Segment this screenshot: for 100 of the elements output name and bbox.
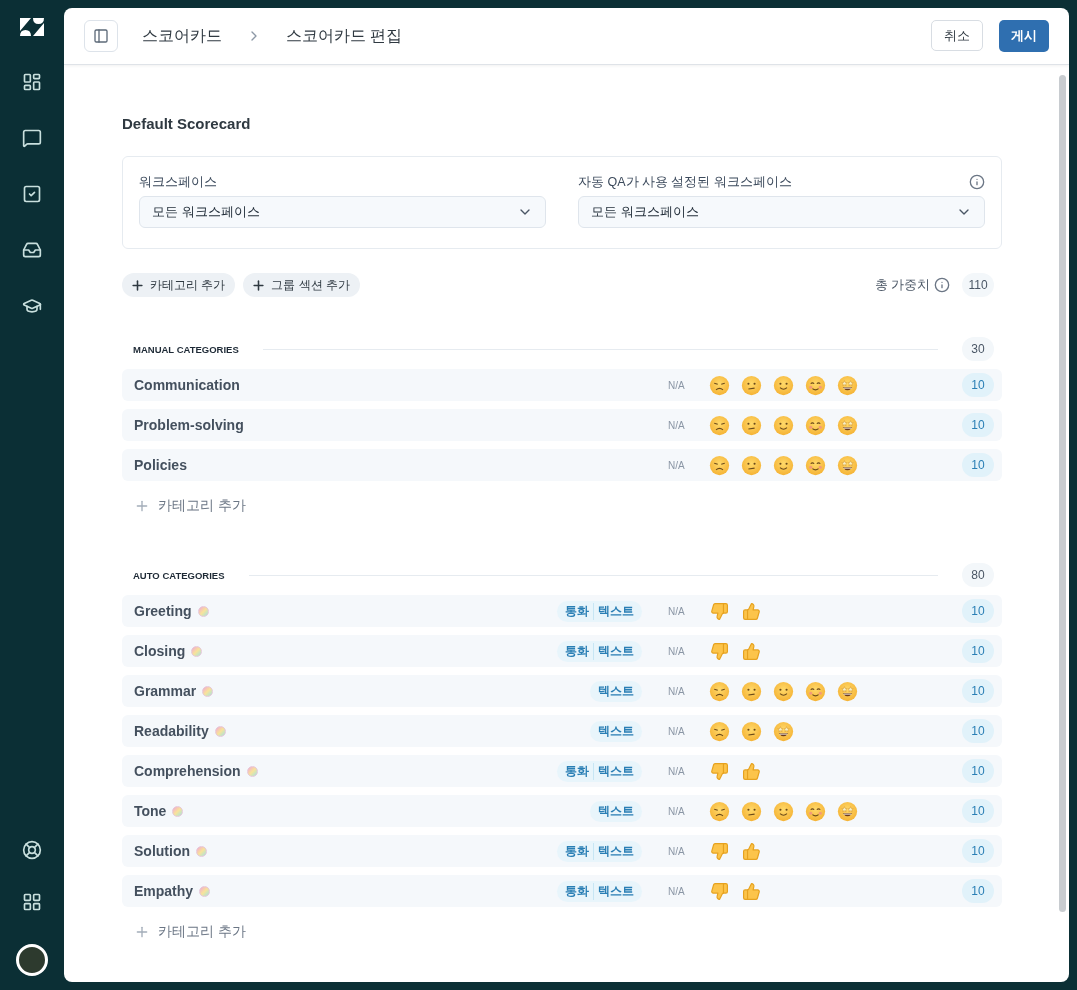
- sad-face-icon: [709, 720, 730, 742]
- category-row[interactable]: Communication N/A 10: [122, 369, 1002, 401]
- dashboard-icon[interactable]: [22, 72, 42, 92]
- chat-icon[interactable]: [22, 128, 42, 148]
- channel-tag: 텍스트: [598, 602, 634, 620]
- add-category-link[interactable]: 카테고리 추가: [134, 923, 246, 941]
- channel-tag: 통화: [565, 642, 589, 660]
- na-option: N/A: [668, 419, 698, 431]
- thumbs-down-icon: [709, 841, 730, 861]
- category-row[interactable]: Problem-solving N/A 10: [122, 409, 1002, 441]
- category-weight[interactable]: 10: [962, 759, 994, 783]
- cancel-button[interactable]: 취소: [931, 20, 983, 51]
- category-weight[interactable]: 10: [962, 799, 994, 823]
- na-option: N/A: [668, 845, 698, 857]
- category-weight[interactable]: 10: [962, 839, 994, 863]
- thumbs-up-icon: [741, 641, 762, 661]
- sad-face-icon: [709, 374, 730, 396]
- na-option: N/A: [668, 459, 698, 471]
- field-label: 워크스페이스: [139, 173, 217, 191]
- star-eyed-face-icon: [837, 680, 858, 702]
- sad-face-icon: [709, 454, 730, 476]
- blushing-face-icon: [805, 374, 826, 396]
- channel-tag: 텍스트: [598, 722, 634, 740]
- channel-tag: 텍스트: [598, 762, 634, 780]
- channel-tag: 텍스트: [598, 642, 634, 660]
- category-name: Greeting: [134, 603, 192, 619]
- category-row[interactable]: Comprehension 통화 텍스트 N/A 10: [122, 755, 1002, 787]
- grid-icon[interactable]: [22, 892, 42, 912]
- category-row[interactable]: Empathy 통화 텍스트 N/A 10: [122, 875, 1002, 907]
- category-weight[interactable]: 10: [962, 413, 994, 437]
- neutral-face-icon: [741, 454, 762, 476]
- blushing-face-icon: [805, 800, 826, 822]
- category-name: Solution: [134, 843, 190, 859]
- graduation-cap-icon[interactable]: [22, 296, 42, 316]
- category-name: Policies: [134, 457, 187, 473]
- plus-icon: [134, 924, 150, 940]
- inbox-icon[interactable]: [22, 240, 42, 260]
- blushing-face-icon: [805, 454, 826, 476]
- channel-tag: 텍스트: [598, 682, 634, 700]
- neutral-face-icon: [741, 800, 762, 822]
- category-row[interactable]: Solution 통화 텍스트 N/A 10: [122, 835, 1002, 867]
- star-eyed-face-icon: [837, 800, 858, 822]
- breadcrumb-item[interactable]: 스코어카드: [142, 25, 222, 47]
- category-row[interactable]: Readability 텍스트 N/A 10: [122, 715, 1002, 747]
- checkbox-icon[interactable]: [22, 184, 42, 204]
- info-icon[interactable]: [934, 277, 950, 293]
- total-weight-value: 110: [962, 273, 994, 297]
- category-row[interactable]: Policies N/A 10: [122, 449, 1002, 481]
- category-weight[interactable]: 10: [962, 639, 994, 663]
- star-eyed-face-icon: [837, 414, 858, 436]
- category-row[interactable]: Grammar 텍스트 N/A 10: [122, 675, 1002, 707]
- workspace-select[interactable]: 모든 워크스페이스: [578, 196, 985, 228]
- thumbs-up-icon: [741, 881, 762, 901]
- thumbs-up-icon: [741, 841, 762, 861]
- channel-tag: 통화: [565, 882, 589, 900]
- sad-face-icon: [709, 680, 730, 702]
- category-name: Problem-solving: [134, 417, 244, 433]
- section-weight: 80: [962, 563, 994, 587]
- category-weight[interactable]: 10: [962, 679, 994, 703]
- add-action-button[interactable]: 카테고리 추가: [122, 273, 236, 297]
- thumbs-down-icon: [709, 881, 730, 901]
- smiling-face-icon: [773, 374, 794, 396]
- category-row[interactable]: Tone 텍스트 N/A 10: [122, 795, 1002, 827]
- section-title: AUTO CATEGORIES: [133, 569, 225, 581]
- star-eyed-face-icon: [773, 720, 794, 742]
- category-weight[interactable]: 10: [962, 879, 994, 903]
- channel-tag: 텍스트: [598, 842, 634, 860]
- sidebar-toggle-button[interactable]: [84, 20, 118, 52]
- section-title: MANUAL CATEGORIES: [133, 343, 239, 355]
- na-option: N/A: [668, 685, 698, 697]
- category-name: Tone: [134, 803, 167, 819]
- blushing-face-icon: [805, 414, 826, 436]
- add-category-link[interactable]: 카테고리 추가: [134, 497, 246, 515]
- plus-icon: [130, 277, 145, 293]
- na-option: N/A: [668, 805, 698, 817]
- smiling-face-icon: [773, 454, 794, 476]
- total-weight-label: 총 가중치: [874, 276, 930, 294]
- category-weight[interactable]: 10: [962, 373, 994, 397]
- na-option: N/A: [668, 765, 698, 777]
- category-row[interactable]: Greeting 통화 텍스트 N/A 10: [122, 595, 1002, 627]
- category-name: Communication: [134, 377, 240, 393]
- star-eyed-face-icon: [837, 374, 858, 396]
- add-action-button[interactable]: 그룹 섹션 추가: [243, 273, 360, 297]
- lifebuoy-icon[interactable]: [22, 840, 42, 860]
- avatar[interactable]: [16, 944, 48, 976]
- scrollbar[interactable]: [1059, 75, 1066, 912]
- plus-icon: [251, 277, 267, 293]
- publish-button[interactable]: 게시: [999, 20, 1049, 52]
- info-icon[interactable]: [969, 174, 985, 190]
- category-row[interactable]: Closing 통화 텍스트 N/A 10: [122, 635, 1002, 667]
- channel-tag: 텍스트: [598, 802, 634, 820]
- field-label: 자동 QA가 사용 설정된 워크스페이스: [578, 173, 792, 191]
- logo-icon: [20, 18, 44, 36]
- category-weight[interactable]: 10: [962, 719, 994, 743]
- category-weight[interactable]: 10: [962, 599, 994, 623]
- category-name: Empathy: [134, 883, 194, 899]
- thumbs-down-icon: [709, 641, 730, 661]
- na-option: N/A: [668, 645, 698, 657]
- workspace-select[interactable]: 모든 워크스페이스: [139, 196, 546, 228]
- category-weight[interactable]: 10: [962, 453, 994, 477]
